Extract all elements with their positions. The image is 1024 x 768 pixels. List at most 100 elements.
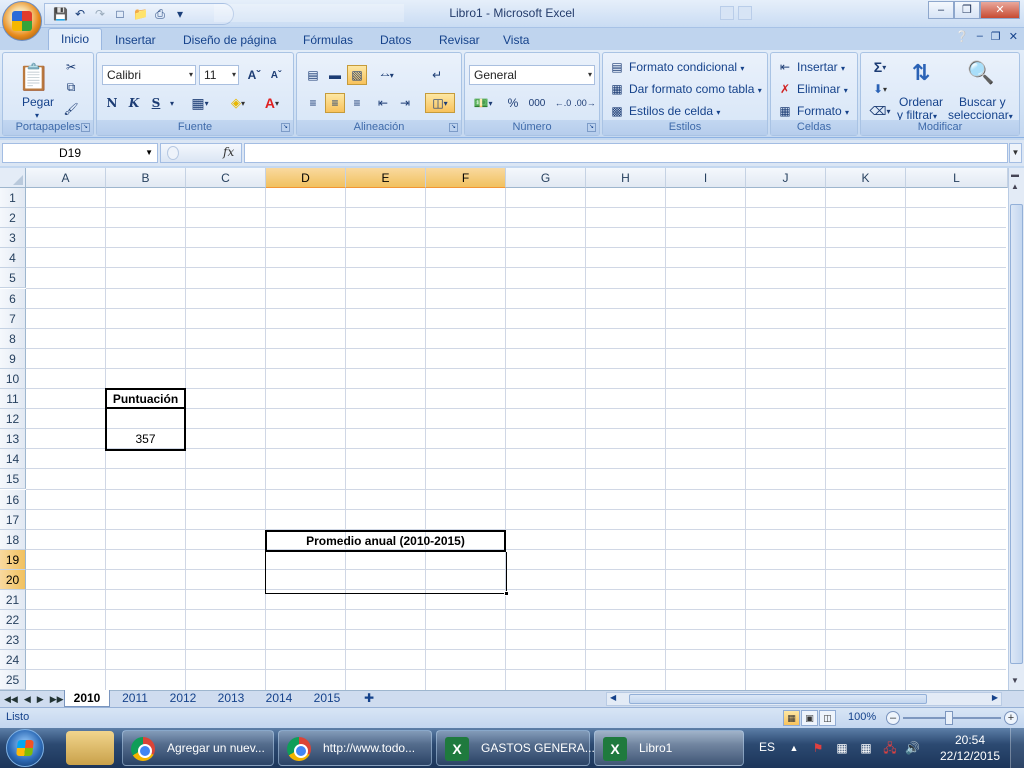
windows-icon[interactable]: ▦ (859, 741, 873, 755)
row-header-11[interactable]: 11 (0, 389, 26, 409)
row-header-16[interactable]: 16 (0, 490, 26, 510)
shrink-font-icon[interactable]: Aˇ (267, 65, 285, 85)
binoculars-icon[interactable]: 🔍 (965, 57, 997, 89)
fill-color-icon[interactable]: ◈ ▾ (223, 93, 253, 113)
row-header-15[interactable]: 15 (0, 469, 26, 489)
zoom-slider-knob[interactable] (945, 711, 953, 725)
column-header-k[interactable]: K (826, 168, 906, 188)
row-header-4[interactable]: 4 (0, 248, 26, 268)
device-icon[interactable]: ▦ (835, 741, 849, 755)
row-header-7[interactable]: 7 (0, 309, 26, 329)
action-center-flag-icon[interactable]: ⚑ (811, 741, 825, 755)
volume-icon[interactable]: 🔊 (905, 741, 920, 755)
office-button[interactable] (2, 1, 42, 41)
show-hidden-icons-icon[interactable]: ▲ (787, 741, 801, 755)
language-indicator[interactable]: ES (759, 740, 775, 754)
row-header-18[interactable]: 18 (0, 530, 26, 550)
workbook-minimize-icon[interactable]: – (977, 30, 983, 43)
align-middle-icon[interactable]: ▬ (325, 65, 345, 85)
decrease-decimal-icon[interactable]: .00→ (574, 93, 596, 113)
taskbar-chrome-agregar[interactable]: Agregar un nuev... (122, 730, 274, 766)
first-sheet-icon[interactable]: ◀◀ (4, 691, 18, 707)
sheet-tab-2011[interactable]: 2011 (112, 690, 158, 707)
select-all-button[interactable] (0, 168, 26, 188)
horizontal-scroll-thumb[interactable] (629, 694, 927, 704)
zoom-in-button[interactable]: + (1004, 711, 1018, 725)
underline-dropdown-icon[interactable]: ▾ (167, 93, 177, 113)
scroll-down-icon[interactable]: ▼ (1011, 676, 1019, 685)
tab-formulas[interactable]: Fórmulas (303, 31, 353, 50)
insert-sheet-icon[interactable]: ✚ (356, 690, 382, 707)
clock-date[interactable]: 22/12/2015 (935, 749, 1005, 763)
tab-insertar[interactable]: Insertar (115, 31, 156, 50)
selected-range-d19-f20[interactable] (265, 552, 509, 596)
clear-icon[interactable]: ⌫ ▾ (867, 103, 893, 119)
taskbar-chrome-todo[interactable]: http://www.todo... (278, 730, 432, 766)
tab-revisar[interactable]: Revisar (439, 31, 480, 50)
column-header-a[interactable]: A (26, 168, 106, 188)
dialog-launcher-icon[interactable]: ↘ (449, 123, 458, 132)
sheet-tab-2013[interactable]: 2013 (208, 690, 254, 707)
increase-decimal-icon[interactable]: ←.0 (553, 93, 573, 113)
dialog-launcher-icon[interactable]: ↘ (81, 123, 90, 132)
row-header-23[interactable]: 23 (0, 630, 26, 650)
zoom-level[interactable]: 100% (848, 711, 876, 723)
thousands-button[interactable]: 000 (525, 93, 549, 113)
borders-icon[interactable]: ▦ ▾ (187, 93, 213, 113)
row-header-25[interactable]: 25 (0, 670, 26, 690)
wrap-text-icon[interactable]: ↵ (427, 65, 447, 85)
align-center-icon[interactable]: ≡ (325, 93, 345, 113)
vertical-scroll-thumb[interactable] (1010, 204, 1023, 664)
grow-font-icon[interactable]: Aˇ (245, 65, 263, 85)
row-header-21[interactable]: 21 (0, 590, 26, 610)
row-header-9[interactable]: 9 (0, 349, 26, 369)
network-icon[interactable]: 🖧 (883, 741, 897, 755)
scroll-up-icon[interactable]: ▲ (1011, 182, 1019, 191)
sheet-tab-2015[interactable]: 2015 (304, 690, 350, 707)
row-header-24[interactable]: 24 (0, 650, 26, 670)
find-select-label-1[interactable]: Buscar y (959, 95, 1006, 109)
column-header-i[interactable]: I (666, 168, 746, 188)
maximize-button[interactable]: ❐ (954, 1, 980, 19)
workbook-close-icon[interactable]: ✕ (1009, 30, 1018, 43)
row-header-3[interactable]: 3 (0, 228, 26, 248)
row-header-22[interactable]: 22 (0, 610, 26, 630)
tab-inicio[interactable]: Inicio (48, 28, 103, 50)
vertical-scrollbar[interactable]: ▬ ▲ ▼ (1008, 168, 1024, 690)
paste-dropdown-icon[interactable]: ▾ (35, 111, 39, 120)
column-header-l[interactable]: L (906, 168, 1008, 188)
column-header-e[interactable]: E (346, 168, 426, 188)
bold-button[interactable]: N (103, 93, 121, 113)
last-sheet-icon[interactable]: ▶▶ (50, 691, 64, 707)
fill-icon[interactable]: ⬇ ▾ (867, 81, 893, 97)
row-header-1[interactable]: 1 (0, 188, 26, 208)
name-box[interactable]: D19 ▼ (2, 143, 158, 163)
file-explorer-icon[interactable] (66, 731, 114, 765)
workbook-restore-icon[interactable]: ❐ (991, 30, 1001, 43)
column-header-d[interactable]: D (266, 168, 346, 188)
column-header-h[interactable]: H (586, 168, 666, 188)
column-header-f[interactable]: F (426, 168, 506, 188)
row-header-10[interactable]: 10 (0, 369, 26, 389)
taskbar-excel-gastos[interactable]: X GASTOS GENERA... (436, 730, 595, 766)
cell-b12-b13[interactable]: 357 (105, 408, 186, 451)
conditional-format-button[interactable]: Formato condicional ▾ (629, 60, 744, 74)
row-header-2[interactable]: 2 (0, 208, 26, 228)
align-top-icon[interactable]: ▤ (303, 65, 323, 85)
underline-button[interactable]: S (147, 93, 165, 113)
row-header-8[interactable]: 8 (0, 329, 26, 349)
sort-filter-icon[interactable]: ⇅ (905, 57, 937, 89)
merge-center-icon[interactable]: ◫ ▾ (425, 93, 455, 113)
spreadsheet-grid[interactable]: ABCDEFGHIJKL 1 2 3 4 5 6 7 8 9 10 11 12 13 14 15 16 17 18… (0, 168, 1024, 690)
page-break-view-icon[interactable]: ◫ (819, 710, 836, 726)
page-layout-view-icon[interactable]: ▣ (801, 710, 818, 726)
split-box-icon[interactable]: ▬ (1011, 170, 1019, 179)
sheet-tab-2012[interactable]: 2012 (160, 690, 206, 707)
row-header-19[interactable]: 19 (0, 550, 26, 570)
number-format-select[interactable]: General ▾ (469, 65, 595, 85)
column-header-j[interactable]: J (746, 168, 826, 188)
normal-view-icon[interactable]: ▦ (783, 710, 800, 726)
start-button[interactable] (6, 729, 44, 767)
sheet-tab-2014[interactable]: 2014 (256, 690, 302, 707)
scroll-right-icon[interactable]: ▶ (992, 693, 998, 702)
